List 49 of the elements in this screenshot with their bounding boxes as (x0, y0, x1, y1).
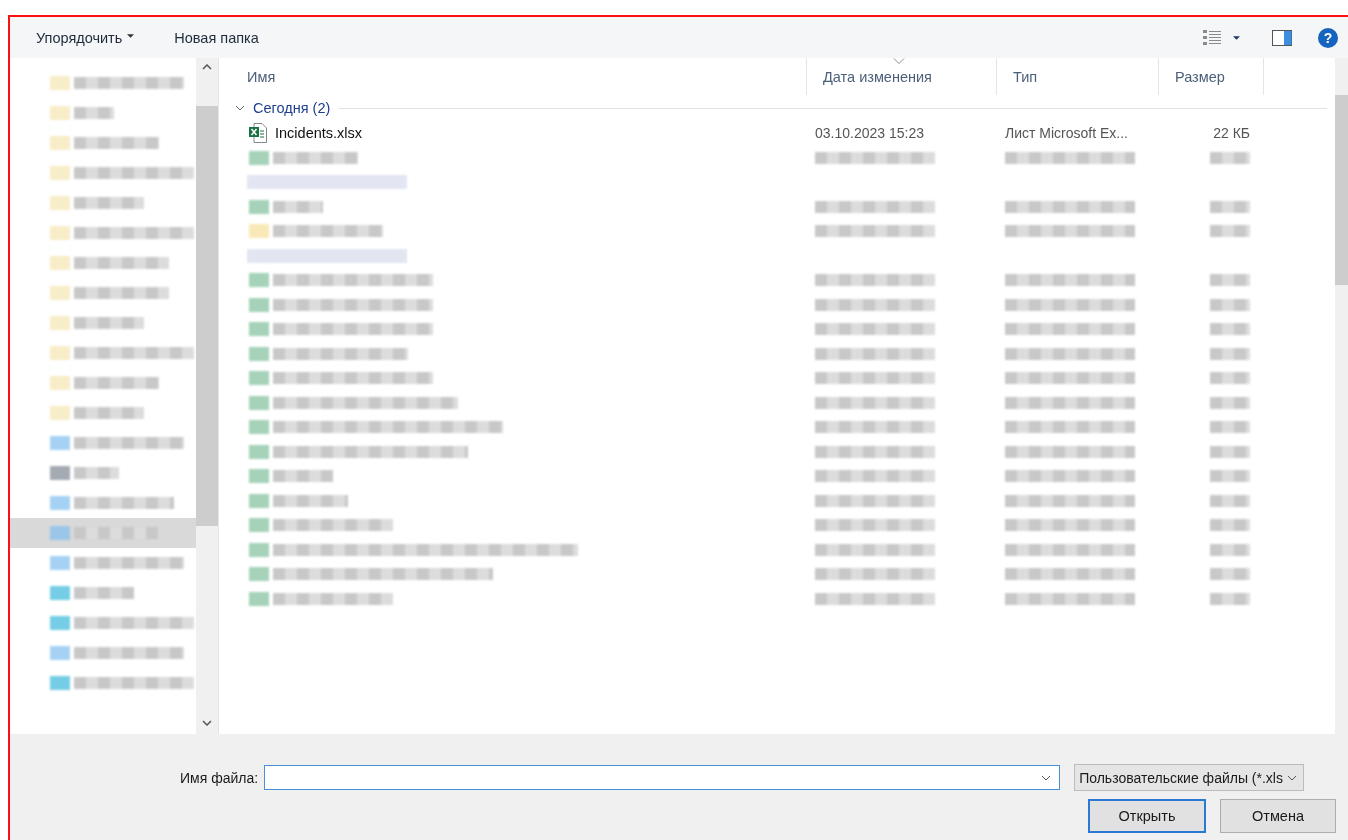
preview-pane-icon[interactable] (1272, 29, 1292, 46)
caret-icon[interactable] (1233, 35, 1240, 40)
pixelated-placeholder (1210, 199, 1250, 214)
dropdown-chevron-icon (1286, 774, 1297, 781)
file-name-label: Имя файла: (180, 769, 259, 786)
organize-menu-button[interactable]: Упорядочить (26, 23, 145, 52)
pixelated-placeholder (1210, 542, 1250, 557)
pixelated-placeholder (1210, 493, 1250, 508)
help-icon[interactable]: ? (1318, 27, 1338, 48)
view-list-icon[interactable] (1203, 29, 1223, 46)
scroll-down-icon[interactable] (202, 720, 212, 726)
cancel-button[interactable]: Отмена (1220, 799, 1336, 833)
caret-icon (127, 33, 135, 38)
table-cell: Лист Microsoft Ex... (1005, 125, 1128, 142)
chevron-icon[interactable] (235, 105, 245, 111)
dropdown-chevron-icon[interactable] (1041, 774, 1052, 781)
pixelated-placeholder (50, 466, 119, 480)
pixelated-placeholder (1210, 322, 1250, 337)
pixelated-placeholder (1210, 297, 1250, 312)
file-name[interactable]: Incidents.xlsx (275, 125, 363, 142)
table-cell: 03.10.2023 15:23 (815, 125, 924, 142)
pixelated-placeholder (1210, 469, 1250, 484)
spreadsheet-file-icon (249, 123, 267, 144)
scrollbar[interactable] (196, 58, 218, 734)
open-button[interactable]: Открыть (1088, 799, 1206, 833)
pixelated-placeholder (1210, 273, 1250, 288)
pixelated-placeholder (1210, 591, 1250, 606)
pixelated-placeholder (50, 106, 114, 120)
scrollbar[interactable] (1335, 58, 1348, 734)
column-header[interactable]: Размер (1159, 58, 1264, 95)
file-name-field[interactable] (264, 765, 1061, 790)
scroll-up-icon[interactable] (202, 64, 212, 70)
new-folder-button[interactable]: Новая папка (164, 23, 269, 52)
table-cell: 22 КБ (1213, 125, 1250, 142)
column-header[interactable]: Дата изменения (807, 58, 997, 95)
pixelated-placeholder (1210, 346, 1250, 361)
pixelated-placeholder (1210, 444, 1250, 459)
pixelated-placeholder (1210, 518, 1250, 533)
pixelated-placeholder (1210, 420, 1250, 435)
pixelated-placeholder (1210, 224, 1250, 239)
pixelated-placeholder (1210, 395, 1250, 410)
pixelated-placeholder (1210, 371, 1250, 386)
column-header[interactable]: Тип (997, 58, 1159, 95)
file-type-dropdown[interactable]: Пользовательские файлы (*.xls (1074, 764, 1304, 791)
column-header[interactable]: Имя (231, 58, 807, 95)
pixelated-placeholder (1210, 567, 1250, 582)
sort-chevron-icon (893, 58, 905, 64)
group-header[interactable]: Сегодня (2) (253, 100, 331, 116)
pixelated-placeholder (1210, 150, 1250, 165)
